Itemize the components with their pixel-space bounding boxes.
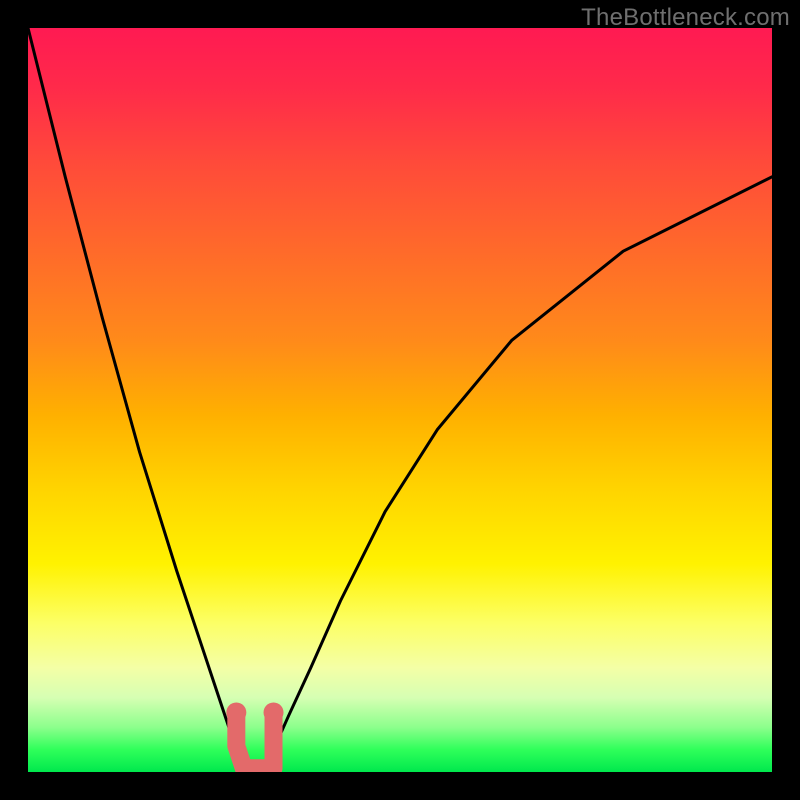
- marker-path: [236, 716, 273, 768]
- chart-frame: TheBottleneck.com: [0, 0, 800, 800]
- watermark-label: TheBottleneck.com: [581, 4, 790, 32]
- plot-area: [28, 28, 772, 772]
- marker-dot-right: [264, 702, 284, 722]
- optimal-range-marker: [28, 28, 772, 772]
- marker-dot-left: [226, 702, 246, 722]
